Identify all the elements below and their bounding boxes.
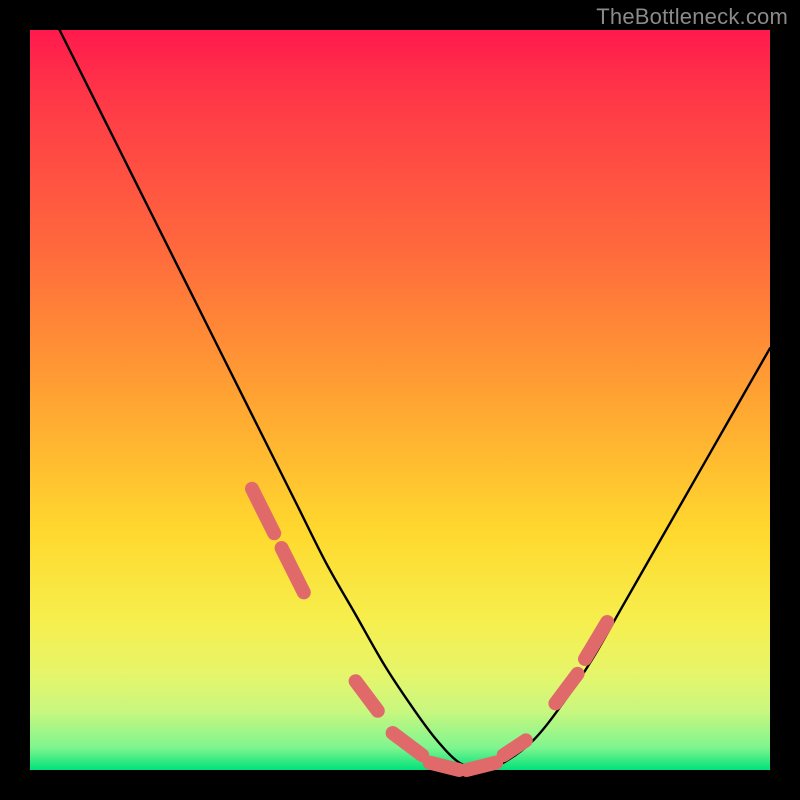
highlight-dash <box>504 740 526 755</box>
highlight-dash <box>430 763 460 770</box>
plot-area <box>30 30 770 770</box>
highlight-dash <box>555 674 577 704</box>
highlight-segments <box>252 489 607 770</box>
highlight-dash <box>467 763 497 770</box>
chart-frame: TheBottleneck.com <box>0 0 800 800</box>
watermark-text: TheBottleneck.com <box>596 4 788 30</box>
highlight-dash <box>585 622 607 659</box>
highlight-dash <box>393 733 423 755</box>
curve-layer <box>30 30 770 770</box>
highlight-dash <box>356 681 378 711</box>
highlight-dash <box>252 489 274 533</box>
bottleneck-curve <box>60 30 770 770</box>
highlight-dash <box>282 548 304 592</box>
